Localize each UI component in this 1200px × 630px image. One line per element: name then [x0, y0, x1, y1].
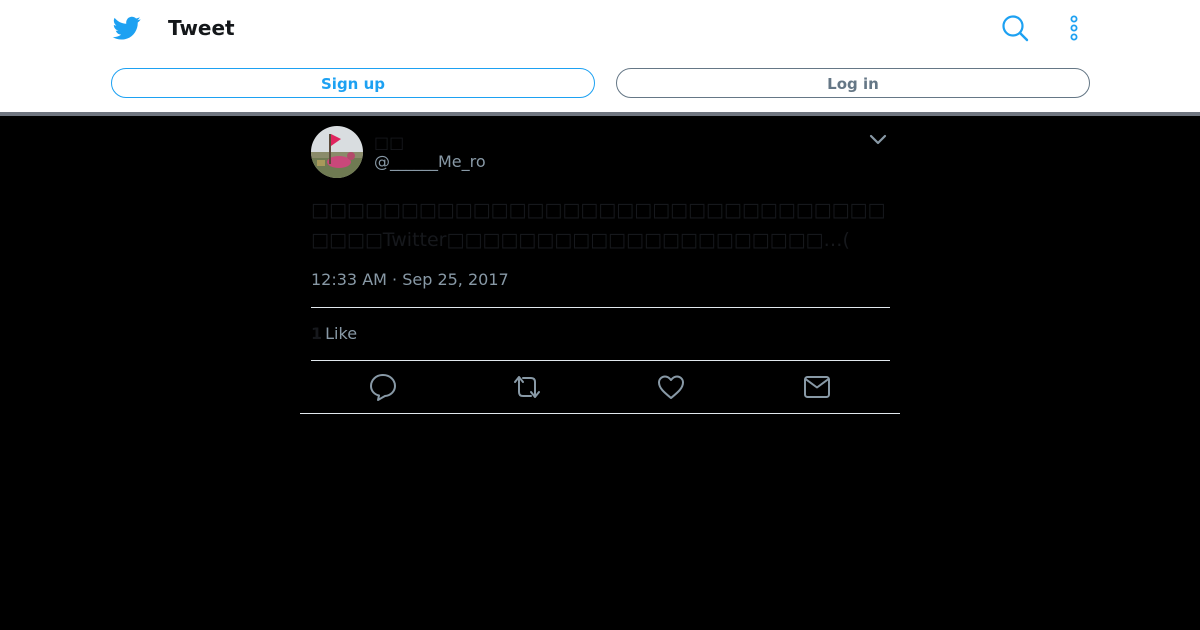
twitter-bird-icon[interactable] [112, 14, 142, 42]
like-count: 1 [311, 324, 323, 343]
log-in-button[interactable]: Log in [616, 68, 1090, 98]
like-label: Like [325, 324, 358, 343]
display-name[interactable]: □□ [374, 134, 404, 152]
retweet-icon[interactable] [512, 372, 542, 402]
divider [311, 307, 890, 308]
tweet-timestamp[interactable]: 12:33 AM · Sep 25, 2017 [311, 270, 509, 290]
more-vertical-icon[interactable] [1064, 14, 1084, 42]
like-stats[interactable]: 1 Like [311, 324, 357, 344]
header-divider [0, 112, 1200, 116]
divider [300, 413, 900, 414]
search-icon[interactable] [1001, 14, 1029, 42]
page-title: Tweet [168, 16, 235, 40]
sign-up-button[interactable]: Sign up [111, 68, 595, 98]
tweet-text: □□□□□□□□□□□□□□□□□□□□□□□□□□□□□□□□□□□□Twit… [311, 199, 886, 251]
avatar-photo [311, 126, 363, 178]
like-icon[interactable] [656, 372, 686, 402]
chevron-down-icon[interactable] [868, 130, 888, 150]
top-bar: Tweet Sign up Log in [0, 0, 1200, 112]
reply-icon[interactable] [368, 372, 398, 402]
user-handle[interactable]: @______Me_ro [374, 153, 486, 171]
direct-message-icon[interactable] [802, 372, 832, 402]
divider [311, 360, 890, 361]
avatar[interactable] [311, 126, 363, 178]
